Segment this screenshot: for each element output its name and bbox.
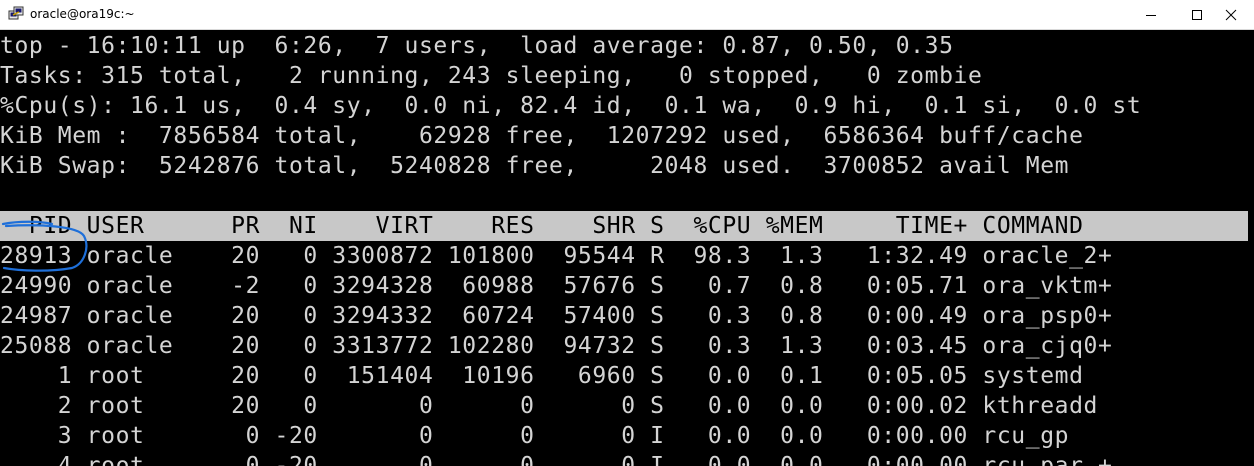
terminal-screen[interactable]: top - 16:10:11 up 6:26, 7 users, load av… xyxy=(0,30,1254,466)
column-headers: PID USER PR NI VIRT RES SHR S %CPU %MEM … xyxy=(0,213,1084,239)
process-row: 24990 oracle -2 0 3294328 60988 57676 S … xyxy=(0,273,1113,299)
process-table-header: PID USER PR NI VIRT RES SHR S %CPU %MEM … xyxy=(0,211,1248,241)
putty-terminal-icon xyxy=(8,6,24,20)
process-row: 25088 oracle 20 0 3313772 102280 94732 S… xyxy=(0,333,1113,359)
swap-line: KiB Swap: 5242876 total, 5240828 free, 2… xyxy=(0,153,1070,179)
maximize-icon xyxy=(1192,9,1202,20)
process-row: 24987 oracle 20 0 3294332 60724 57400 S … xyxy=(0,303,1113,329)
terminal-window: oracle@ora19c:~ top - 16:10:11 up 6:26, … xyxy=(0,0,1254,466)
mem-line: KiB Mem : 7856584 total, 62928 free, 120… xyxy=(0,123,1084,149)
close-icon xyxy=(1225,9,1237,20)
minimize-button[interactable] xyxy=(1128,0,1174,29)
minimize-icon xyxy=(1146,14,1156,16)
process-row: 4 root 0 -20 0 0 0 I 0.0 0.0 0:00.00 rcu… xyxy=(0,453,1113,466)
process-row: 3 root 0 -20 0 0 0 I 0.0 0.0 0:00.00 rcu… xyxy=(0,423,1070,449)
window-title: oracle@ora19c:~ xyxy=(30,7,135,21)
cpu-line: %Cpu(s): 16.1 us, 0.4 sy, 0.0 ni, 82.4 i… xyxy=(0,93,1142,119)
process-row: 28913 oracle 20 0 3300872 101800 95544 R… xyxy=(0,243,1113,269)
title-bar[interactable]: oracle@ora19c:~ xyxy=(0,0,1254,30)
close-button[interactable] xyxy=(1208,0,1254,29)
process-row: 2 root 20 0 0 0 0 S 0.0 0.0 0:00.02 kthr… xyxy=(0,393,1098,419)
uptime-line: top - 16:10:11 up 6:26, 7 users, load av… xyxy=(0,33,954,59)
tasks-line: Tasks: 315 total, 2 running, 243 sleepin… xyxy=(0,63,983,89)
process-row: 1 root 20 0 151404 10196 6960 S 0.0 0.1 … xyxy=(0,363,1084,389)
